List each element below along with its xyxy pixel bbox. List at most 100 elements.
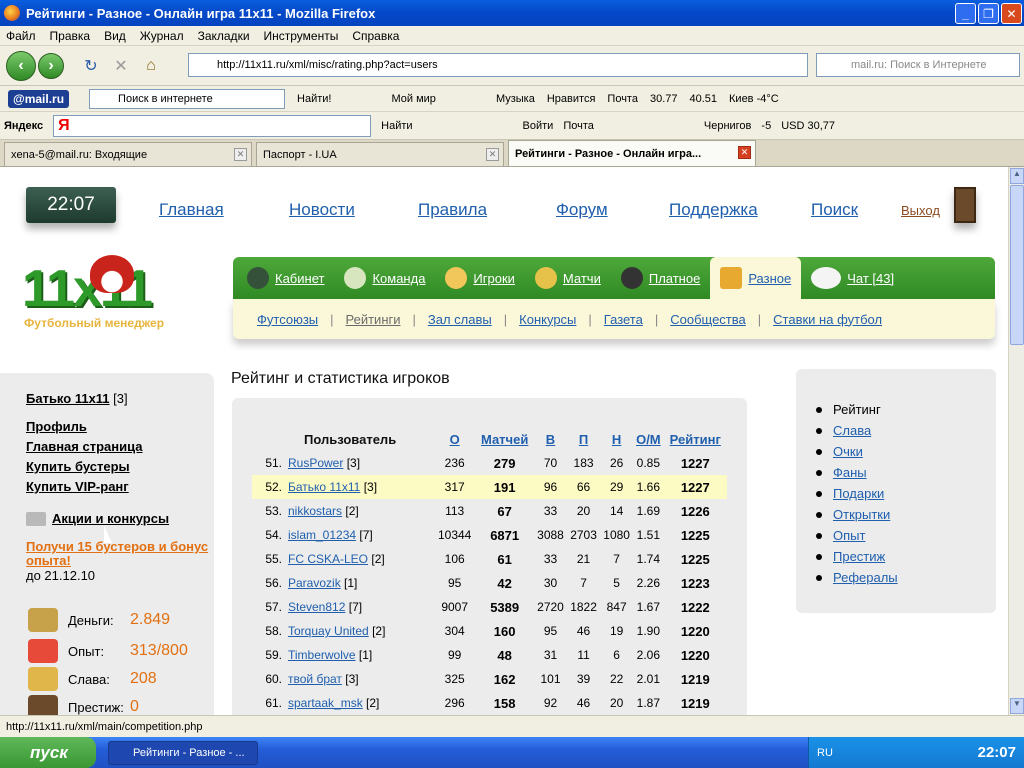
tab-ratings[interactable]: Рейтинги - Разное - Онлайн игра... ✕ [508,140,756,166]
nav-forum[interactable]: Форум [556,200,608,220]
mailru-weather[interactable]: Киев -4°C [729,93,779,105]
home-icon[interactable]: ⌂ [140,55,162,77]
mailru-like[interactable]: Нравится [547,93,596,105]
sub-bets[interactable]: Ставки на футбол [773,312,882,327]
section-team[interactable]: Команда [334,257,435,299]
close-icon[interactable]: ✕ [486,148,499,161]
rating-menu-link[interactable]: Престиж [833,549,885,564]
col-wins[interactable]: В [534,427,567,451]
col-losses[interactable]: П [567,427,600,451]
mailru-music[interactable]: Музыка [496,93,535,105]
col-points-per-match[interactable]: О/М [633,427,663,451]
rating-menu-link[interactable]: Подарки [833,486,884,501]
homepage-link[interactable]: Главная страница [26,439,142,454]
user-link[interactable]: RusPower [288,456,343,470]
yandex-city[interactable]: Чернигов [704,120,752,132]
user-link[interactable]: spartaak_msk [288,696,363,710]
mailru-find-button[interactable]: Найти! [297,93,331,105]
col-rating[interactable]: Рейтинг [664,427,727,451]
logout-link[interactable]: Выход [901,203,940,218]
mailru-usd[interactable]: 30.77 [650,93,678,105]
user-link[interactable]: Steven812 [288,600,345,614]
rating-menu-item[interactable]: Подарки [816,483,898,504]
vertical-scrollbar[interactable]: ▲ ▼ [1008,167,1024,715]
yandex-label[interactable]: Яндекс [4,120,43,132]
user-name-link[interactable]: Батько 11x11 [26,391,110,406]
user-link[interactable]: Paravozik [288,576,341,590]
tab-passport[interactable]: Паспорт - I.UA ✕ [256,142,504,166]
scroll-up-icon[interactable]: ▲ [1010,168,1024,184]
language-indicator[interactable]: RU [817,747,833,759]
section-matches[interactable]: Матчи [525,257,611,299]
mailru-mail[interactable]: Почта [607,93,638,105]
nav-search[interactable]: Поиск [811,200,858,220]
rating-menu-link[interactable]: Открытки [833,507,890,522]
forward-button[interactable]: › [38,52,64,79]
section-chat[interactable]: Чат [43] [801,257,904,299]
mailru-eur[interactable]: 40.51 [689,93,717,105]
yandex-usd[interactable]: USD 30,77 [781,120,835,132]
user-link[interactable]: твой брат [288,672,342,686]
rating-menu-item[interactable]: Открытки [816,504,898,525]
mailru-logo[interactable]: @mail.ru [8,89,70,108]
user-link[interactable]: Torquay United [288,624,369,638]
menu-help[interactable]: Справка [352,29,399,43]
menu-file[interactable]: Файл [6,29,36,43]
col-matches[interactable]: Матчей [475,427,534,451]
nav-support[interactable]: Поддержка [669,200,758,220]
nav-rules[interactable]: Правила [418,200,487,220]
rating-menu-item[interactable]: Фаны [816,462,898,483]
rating-menu-link[interactable]: Рефералы [833,570,898,585]
address-bar[interactable]: http://11x11.ru/xml/misc/rating.php?act=… [188,53,808,77]
door-icon[interactable] [954,187,976,223]
col-draws[interactable]: Н [600,427,633,451]
rating-menu-item[interactable]: Рефералы [816,567,898,588]
sub-contests[interactable]: Конкурсы [519,312,576,327]
profile-link[interactable]: Профиль [26,419,87,434]
rating-menu-item[interactable]: Очки [816,441,898,462]
rating-menu-item[interactable]: Престиж [816,546,898,567]
sub-newspaper[interactable]: Газета [604,312,643,327]
promo-link[interactable]: Акции и конкурсы [52,511,169,526]
rating-menu-item[interactable]: Слава [816,420,898,441]
sub-futsoyuzy[interactable]: Футсоюзы [257,312,318,327]
buy-boosters-link[interactable]: Купить бустеры [26,459,130,474]
yandex-find-button[interactable]: Найти [381,120,412,132]
rating-menu-link[interactable]: Опыт [833,528,865,543]
yandex-mail[interactable]: Почта [563,120,594,132]
maximize-button[interactable]: ❐ [978,3,999,24]
section-misc[interactable]: Разное [710,257,802,299]
rating-menu-link[interactable]: Слава [833,423,871,438]
user-link[interactable]: Timberwolve [288,648,356,662]
buy-vip-link[interactable]: Купить VIP-ранг [26,479,129,494]
user-link[interactable]: Батько 11x11 [288,480,360,494]
nav-news[interactable]: Новости [289,200,355,220]
back-button[interactable]: ‹ [6,50,36,81]
section-paid[interactable]: Платное [611,257,710,299]
close-button[interactable]: ✕ [1001,3,1022,24]
stop-icon[interactable]: ✕ [110,55,132,77]
section-cabinet[interactable]: Кабинет [233,257,334,299]
yandex-temp[interactable]: -5 [761,120,771,132]
section-players[interactable]: Игроки [435,257,525,299]
menu-view[interactable]: Вид [104,29,126,43]
yandex-search-input[interactable]: Я [53,114,372,137]
reload-icon[interactable]: ↻ [80,55,102,77]
close-icon[interactable]: ✕ [234,148,247,161]
offer-link[interactable]: Получи 15 бустеров и бонус опыта! [26,540,212,568]
user-link[interactable]: nikkostars [288,504,342,518]
rating-menu-link[interactable]: Фаны [833,465,867,480]
user-link[interactable]: FC CSKA-LEO [288,552,368,566]
rating-menu-link[interactable]: Очки [833,444,863,459]
user-link[interactable]: islam_01234 [288,528,356,542]
search-box[interactable]: mail.ru: Поиск в Интернете [816,53,1020,77]
start-button[interactable]: пуск [0,737,96,768]
rating-menu-item[interactable]: Опыт [816,525,898,546]
menu-tools[interactable]: Инструменты [264,29,339,43]
scroll-down-icon[interactable]: ▼ [1010,698,1024,714]
col-points[interactable]: О [434,427,475,451]
nav-main[interactable]: Главная [159,200,224,220]
tab-mail[interactable]: xena-5@mail.ru: Входящие ✕ [4,142,252,166]
sub-communities[interactable]: Сообщества [670,312,746,327]
mailru-myworld[interactable]: Мой мир [392,93,436,105]
